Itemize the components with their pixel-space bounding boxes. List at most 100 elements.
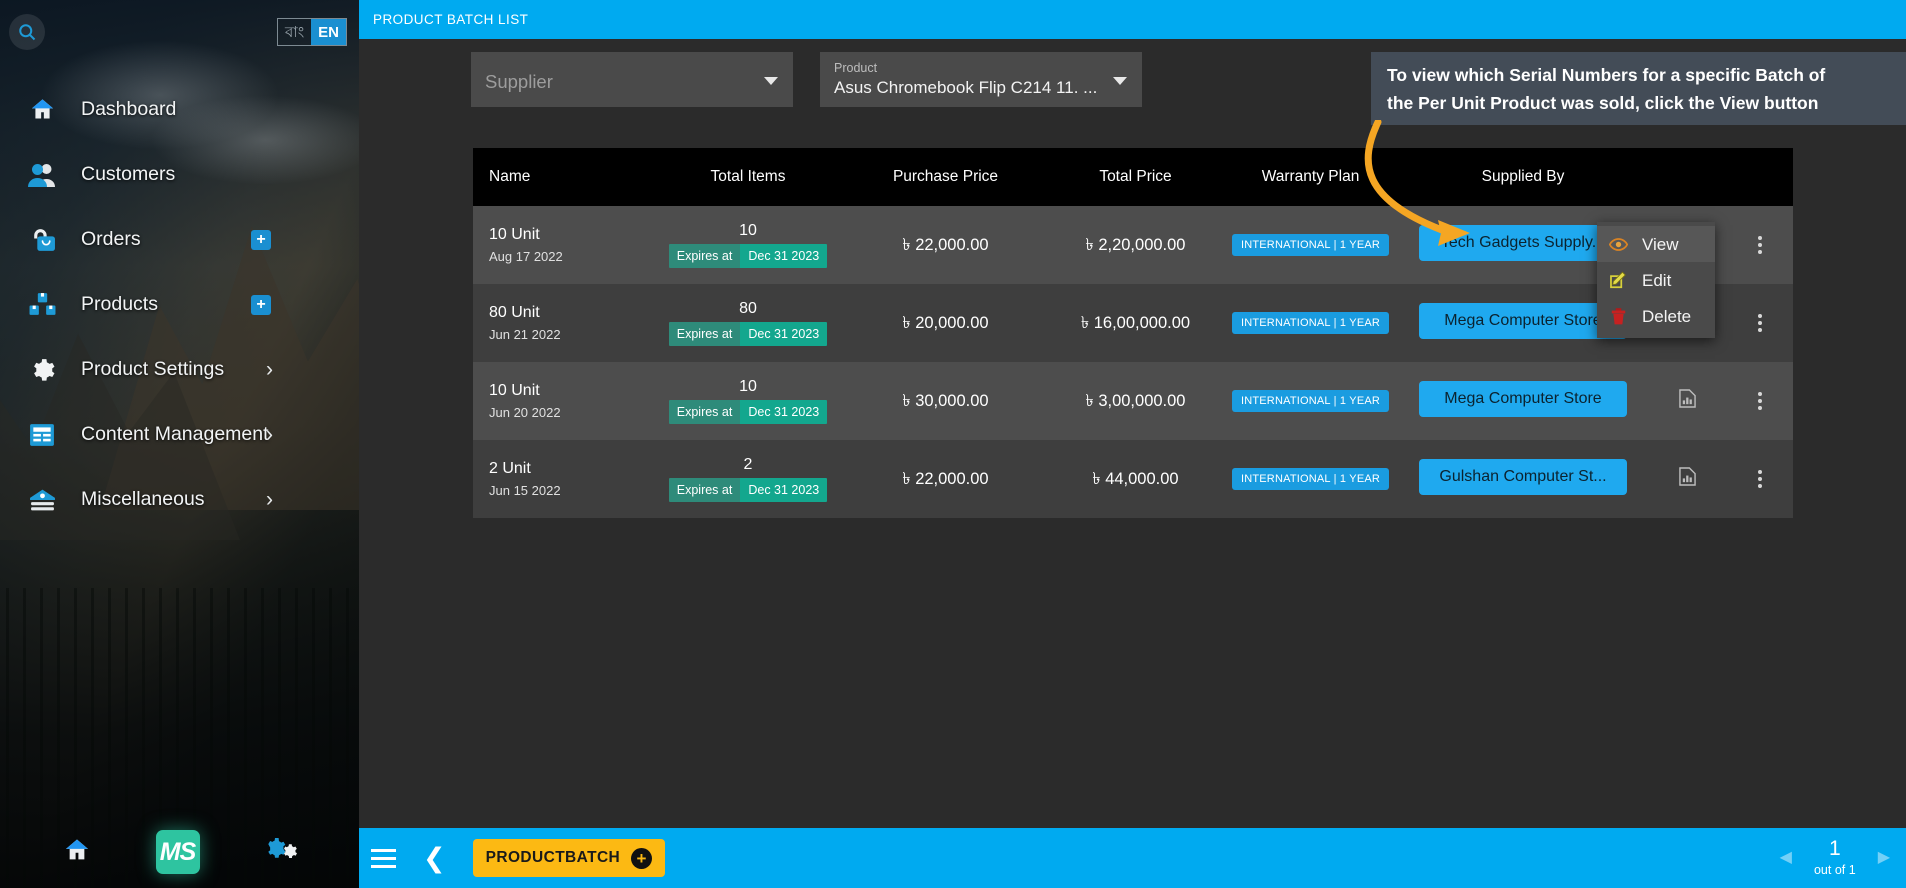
footer-settings-button[interactable] — [264, 836, 298, 869]
table-row[interactable]: 10 Unit Jun 20 2022 10 Expires at Dec 31 202… — [473, 362, 1793, 440]
annotation-line-1: To view which Serial Numbers for a speci… — [1387, 65, 1826, 85]
product-dropdown-value: Asus Chromebook Flip C214 11. ... — [834, 78, 1098, 97]
expiry-date: Dec 31 2023 — [740, 321, 828, 347]
chevron-right-icon[interactable]: › — [266, 359, 273, 380]
chevron-right-icon[interactable]: › — [266, 424, 273, 445]
context-menu-edit-label: Edit — [1642, 270, 1672, 290]
sidebar-item-label: Product Settings — [81, 358, 225, 380]
supplier-button[interactable]: Tech Gadgets Supply... — [1419, 224, 1627, 261]
menu-button[interactable] — [371, 848, 396, 868]
supplier-dropdown-placeholder: Supplier — [485, 71, 553, 92]
cell-purchase-price: ৳ 22,000.00 — [902, 235, 989, 254]
cell-total-items: 2 Expires at Dec 31 2023 — [653, 456, 843, 503]
product-dropdown[interactable]: Product Asus Chromebook Flip C214 11. ..… — [820, 52, 1142, 107]
pencil-icon — [1610, 271, 1626, 288]
chart-document-icon — [1678, 389, 1696, 408]
cell-total-price: ৳ 2,20,000.00 — [1085, 235, 1186, 254]
add-productbatch-label: PRODUCTBATCH — [485, 849, 621, 866]
search-button[interactable] — [9, 14, 45, 50]
sidebar-item-miscellaneous[interactable]: Miscellaneous › — [0, 467, 359, 532]
next-page-button[interactable]: ▶ — [1878, 850, 1890, 866]
prev-page-button[interactable]: ◀ — [1780, 850, 1792, 866]
plus-icon: + — [631, 847, 653, 869]
footer-home-button[interactable] — [62, 836, 92, 869]
batch-name: 10 Unit — [489, 382, 540, 399]
context-menu-edit[interactable]: Edit — [1597, 262, 1715, 298]
table-row[interactable]: 80 Unit Jun 21 2022 80 Expires at Dec 31 202… — [473, 284, 1793, 362]
expiry-badge: Expires at Dec 31 2023 — [668, 399, 828, 425]
expiry-date: Dec 31 2023 — [740, 243, 828, 269]
sidebar-item-content-management[interactable]: Content Management › — [0, 402, 359, 467]
column-header-warranty-plan: Warranty Plan — [1261, 168, 1360, 185]
product-batch-table: Name Total Items Purchase Price Total Pr… — [473, 148, 1793, 518]
bottom-toolbar: ❮ PRODUCTBATCH + ◀ 1 out of 1 ▶ — [359, 828, 1906, 888]
add-productbatch-button[interactable]: PRODUCTBATCH + — [472, 839, 666, 877]
context-menu-view[interactable]: View — [1597, 226, 1715, 262]
home-icon — [22, 96, 62, 123]
cell-warranty-plan: INTERNATIONAL | 1 YEAR — [1223, 312, 1398, 334]
table-row[interactable]: 2 Unit Jun 15 2022 2 Expires at Dec 31 2023 ৳… — [473, 440, 1793, 518]
cell-warranty-plan: INTERNATIONAL | 1 YEAR — [1223, 468, 1398, 490]
supplier-button[interactable]: Mega Computer Store — [1419, 302, 1627, 339]
context-menu-delete-label: Delete — [1642, 306, 1692, 326]
row-context-menu: View Edit Delete — [1597, 222, 1715, 338]
annotation-line-2: the Per Unit Product was sold, click the… — [1387, 93, 1819, 113]
sidebar-item-orders[interactable]: Orders + — [0, 207, 359, 272]
lang-option-bn[interactable]: বাং — [278, 19, 311, 45]
sidebar-item-product-settings[interactable]: Product Settings › — [0, 337, 359, 402]
batch-date: Jun 21 2022 — [489, 327, 561, 342]
sidebar-item-label: Products — [81, 293, 158, 315]
gear-icon — [22, 357, 62, 383]
expiry-date: Dec 31 2023 — [740, 399, 828, 425]
warranty-badge: INTERNATIONAL | 1 YEAR — [1231, 312, 1390, 334]
warranty-badge: INTERNATIONAL | 1 YEAR — [1231, 390, 1390, 412]
sidebar-badge-orders[interactable]: + — [251, 229, 271, 250]
context-menu-view-label: View — [1642, 234, 1679, 254]
cell-chart-action — [1648, 389, 1726, 413]
supplier-button[interactable]: Mega Computer Store — [1419, 380, 1627, 417]
gears-icon — [267, 837, 297, 858]
expiry-label: Expires at — [668, 399, 741, 425]
chevron-right-icon[interactable]: › — [266, 489, 273, 510]
sidebar-badge-products[interactable]: + — [251, 294, 271, 315]
cell-total-items: 80 Expires at Dec 31 2023 — [653, 300, 843, 347]
chart-report-button[interactable] — [1678, 467, 1696, 490]
context-menu-delete[interactable]: Delete — [1597, 298, 1715, 334]
batch-quantity: 10 — [739, 221, 757, 239]
cell-total-items: 10 Expires at Dec 31 2023 — [653, 378, 843, 425]
table-header-row: Name Total Items Purchase Price Total Pr… — [473, 148, 1793, 206]
sidebar: বাং EN Dashboard Customers Orders + Prod… — [0, 0, 359, 888]
table-row[interactable]: 10 Unit Aug 17 2022 10 Expires at Dec 31 202… — [473, 206, 1793, 284]
row-menu-button[interactable] — [1726, 470, 1793, 488]
cell-row-menu — [1726, 470, 1793, 488]
sidebar-item-label: Content Management — [81, 423, 269, 445]
expiry-badge: Expires at Dec 31 2023 — [668, 321, 828, 347]
expiry-label: Expires at — [668, 321, 741, 347]
chart-report-button[interactable] — [1678, 389, 1696, 412]
column-header-supplied-by: Supplied By — [1481, 168, 1565, 185]
lang-option-en[interactable]: EN — [311, 19, 346, 45]
language-toggle[interactable]: বাং EN — [277, 18, 347, 46]
app-logo[interactable]: MS — [155, 830, 200, 874]
sidebar-item-dashboard[interactable]: Dashboard — [0, 77, 359, 142]
row-menu-button[interactable] — [1726, 236, 1793, 254]
batch-quantity: 10 — [739, 377, 757, 395]
sidebar-item-label: Dashboard — [81, 98, 177, 120]
warranty-badge: INTERNATIONAL | 1 YEAR — [1231, 468, 1390, 490]
back-button[interactable]: ❮ — [423, 844, 446, 872]
page-title: PRODUCT BATCH LIST — [373, 12, 529, 27]
sidebar-item-products[interactable]: Products + — [0, 272, 359, 337]
eye-icon — [1609, 237, 1628, 251]
batch-date: Jun 15 2022 — [489, 483, 561, 498]
row-menu-button[interactable] — [1726, 392, 1793, 410]
row-menu-button[interactable] — [1726, 314, 1793, 332]
cell-warranty-plan: INTERNATIONAL | 1 YEAR — [1223, 234, 1398, 256]
supplier-button[interactable]: Gulshan Computer St... — [1419, 458, 1627, 495]
cell-purchase-price: ৳ 22,000.00 — [902, 469, 989, 488]
sidebar-item-customers[interactable]: Customers — [0, 142, 359, 207]
supplier-dropdown[interactable]: Supplier — [471, 52, 793, 107]
cell-warranty-plan: INTERNATIONAL | 1 YEAR — [1223, 390, 1398, 412]
total-pages: out of 1 — [1813, 863, 1856, 877]
main-content: PRODUCT BATCH LIST Supplier Product Asus… — [359, 0, 1906, 888]
expiry-label: Expires at — [668, 477, 741, 503]
